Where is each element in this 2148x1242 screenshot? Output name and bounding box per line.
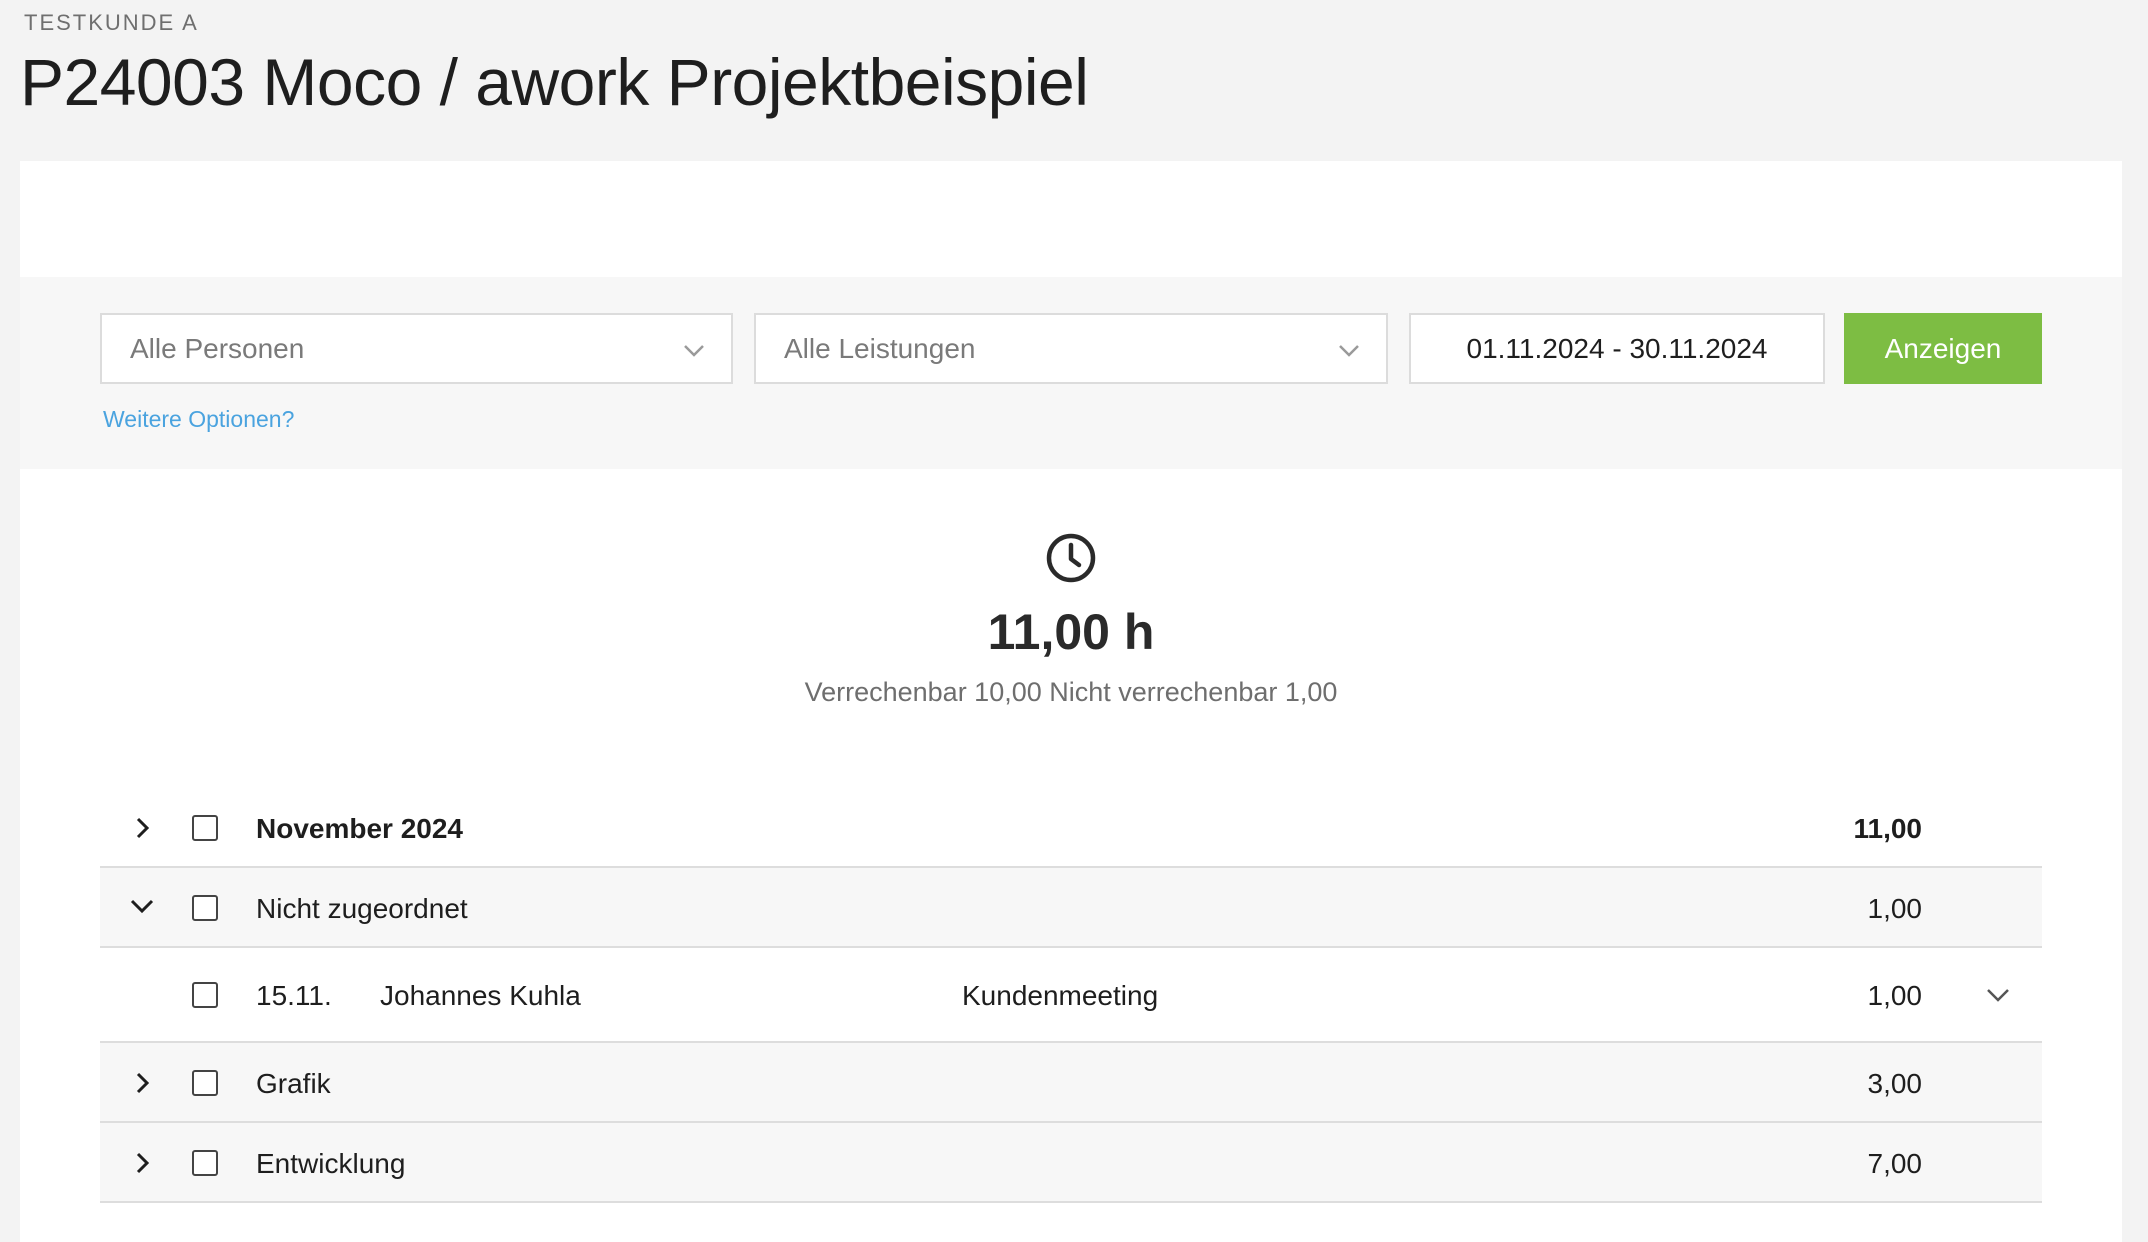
more-options-link[interactable]: Weitere Optionen?: [103, 406, 294, 433]
row-hours: 3,00: [1867, 1068, 1923, 1099]
table-row-entry[interactable]: 15.11. Johannes Kuhla Kundenmeeting 1,00: [100, 948, 2042, 1043]
row-checkbox[interactable]: [192, 1150, 218, 1176]
chevron-down-icon: [684, 345, 704, 357]
page-title: P24003 Moco / awork Projektbeispiel: [20, 45, 1089, 119]
table-row-month[interactable]: November 2024 11,00: [100, 788, 2042, 868]
row-hours: 7,00: [1867, 1148, 1923, 1179]
entry-date: 15.11.: [256, 980, 332, 1011]
clock-icon: [1046, 533, 1096, 583]
total-hours: 11,00 h: [987, 604, 1155, 660]
customer-name: TESTKUNDE A: [24, 10, 199, 35]
project-hours-card: Alle Personen Alle Leistungen 01.11.2024…: [20, 161, 2122, 1242]
entry-service: Kundenmeeting: [962, 980, 1159, 1011]
row-hours: 1,00: [1867, 893, 1923, 924]
persons-select[interactable]: Alle Personen: [100, 313, 733, 384]
table-row-entwicklung[interactable]: Entwicklung 7,00: [100, 1123, 2042, 1203]
services-select[interactable]: Alle Leistungen: [754, 313, 1388, 384]
chevron-down-icon[interactable]: [128, 892, 156, 920]
services-select-value: Alle Leistungen: [784, 332, 976, 364]
billable-breakdown: Verrechenbar 10,00 Nicht verrechenbar 1,…: [804, 677, 1338, 707]
row-checkbox[interactable]: [192, 982, 218, 1008]
entry-person: Johannes Kuhla: [380, 980, 581, 1011]
row-label: November 2024: [256, 813, 464, 844]
hours-table: November 2024 11,00 Nicht zugeordnet 1,0…: [100, 788, 2042, 1203]
date-range-field[interactable]: 01.11.2024 - 30.11.2024: [1409, 313, 1825, 384]
row-checkbox[interactable]: [192, 895, 218, 921]
row-label: Entwicklung: [256, 1148, 406, 1179]
chevron-down-icon[interactable]: [1984, 981, 2012, 1009]
chevron-down-icon: [1339, 345, 1359, 357]
row-checkbox[interactable]: [192, 815, 218, 841]
row-checkbox[interactable]: [192, 1070, 218, 1096]
hours-summary: 11,00 h Verrechenbar 10,00 Nicht verrech…: [20, 531, 2122, 708]
chevron-right-icon[interactable]: [128, 1069, 156, 1097]
table-row-unassigned[interactable]: Nicht zugeordnet 1,00: [100, 868, 2042, 948]
row-label: Grafik: [256, 1068, 331, 1099]
show-button[interactable]: Anzeigen: [1844, 313, 2042, 384]
row-label: Nicht zugeordnet: [256, 893, 468, 924]
chevron-right-icon[interactable]: [128, 1149, 156, 1177]
row-hours: 11,00: [1853, 813, 1922, 844]
table-row-grafik[interactable]: Grafik 3,00: [100, 1043, 2042, 1123]
chevron-right-icon[interactable]: [128, 814, 156, 842]
row-hours: 1,00: [1867, 980, 1923, 1011]
persons-select-value: Alle Personen: [130, 332, 305, 364]
